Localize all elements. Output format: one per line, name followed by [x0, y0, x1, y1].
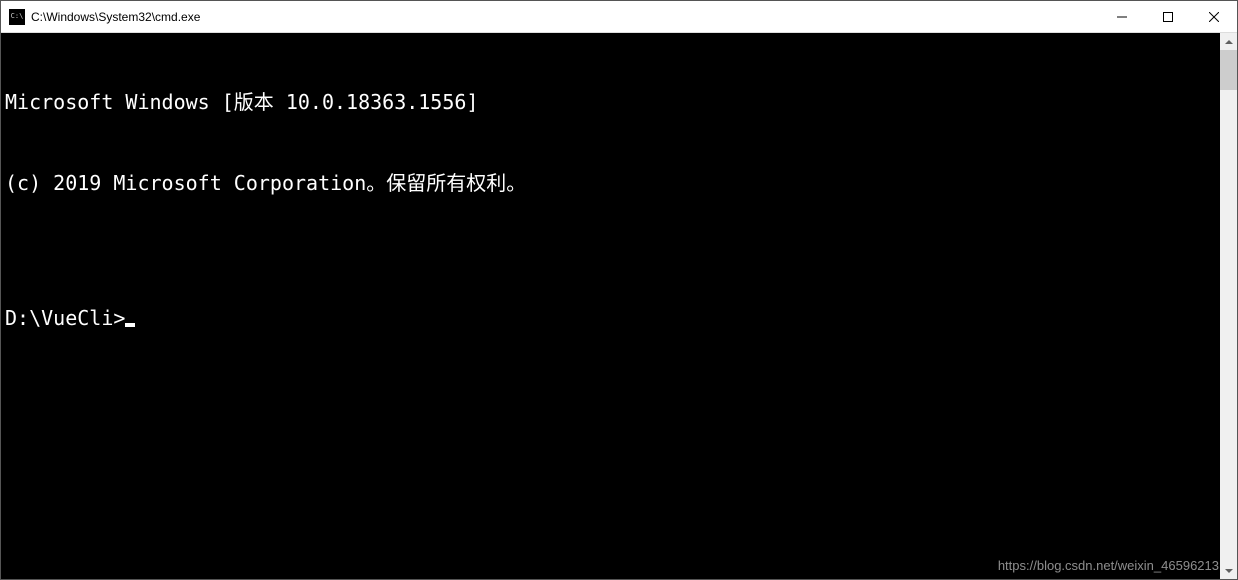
- cursor: [125, 323, 135, 327]
- terminal-line-version: Microsoft Windows [版本 10.0.18363.1556]: [5, 89, 1216, 116]
- scroll-up-button[interactable]: [1220, 33, 1237, 50]
- cmd-icon-text: C:\: [11, 13, 24, 20]
- maximize-icon: [1163, 12, 1173, 22]
- scroll-down-button[interactable]: [1220, 562, 1237, 579]
- scroll-thumb[interactable]: [1220, 50, 1237, 90]
- window-controls: [1099, 1, 1237, 32]
- maximize-button[interactable]: [1145, 1, 1191, 32]
- terminal-line-copyright: (c) 2019 Microsoft Corporation。保留所有权利。: [5, 170, 1216, 197]
- cmd-window: C:\ C:\Windows\System32\cmd.exe Microsof…: [0, 0, 1238, 580]
- cmd-icon: C:\: [9, 9, 25, 25]
- minimize-button[interactable]: [1099, 1, 1145, 32]
- close-button[interactable]: [1191, 1, 1237, 32]
- titlebar[interactable]: C:\ C:\Windows\System32\cmd.exe: [1, 1, 1237, 33]
- terminal-output[interactable]: Microsoft Windows [版本 10.0.18363.1556] (…: [1, 33, 1220, 579]
- prompt-line: D:\VueCli>: [5, 305, 1216, 332]
- content-area: Microsoft Windows [版本 10.0.18363.1556] (…: [1, 33, 1237, 579]
- close-icon: [1209, 12, 1219, 22]
- window-title: C:\Windows\System32\cmd.exe: [31, 10, 1099, 24]
- prompt-text: D:\VueCli>: [5, 305, 125, 332]
- chevron-down-icon: [1225, 569, 1233, 573]
- chevron-up-icon: [1225, 40, 1233, 44]
- minimize-icon: [1117, 12, 1127, 22]
- vertical-scrollbar[interactable]: [1220, 33, 1237, 579]
